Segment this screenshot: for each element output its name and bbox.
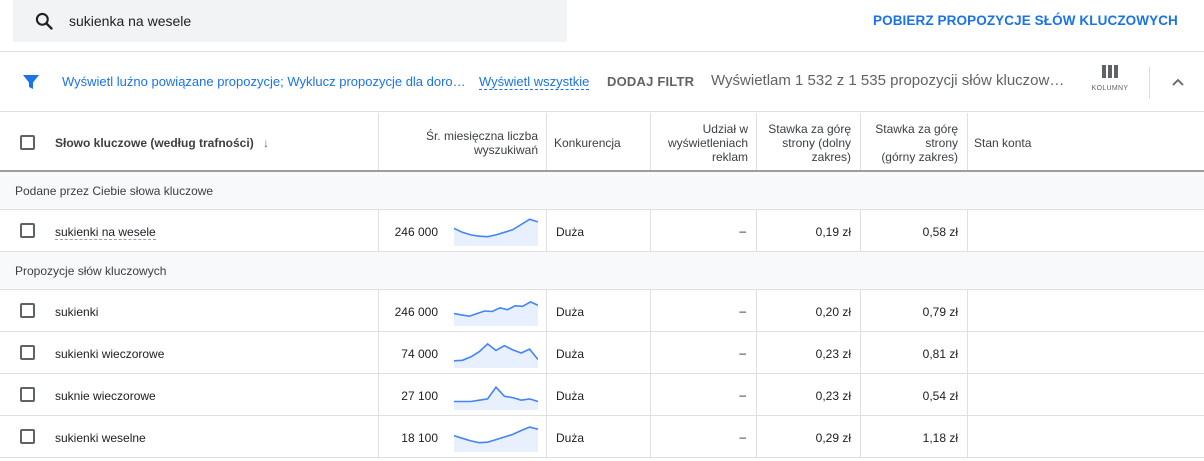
results-count-text: Wyświetlam 1 532 z 1 535 propozycji słów…	[711, 72, 1065, 89]
search-icon	[35, 12, 53, 30]
header-competition[interactable]: Konkurencja	[554, 136, 621, 150]
competition-value: Duża	[556, 389, 585, 403]
trend-sparkline[interactable]	[454, 296, 538, 326]
trend-sparkline[interactable]	[454, 422, 538, 452]
get-keyword-ideas-button[interactable]: POBIERZ PROPOZYCJE SŁÓW KLUCZOWYCH	[873, 13, 1178, 28]
competition-value: Duża	[556, 225, 585, 239]
header-avg-searches[interactable]: Śr. miesięczna liczba wyszukiwań	[380, 129, 538, 157]
impression-share-value: –	[739, 430, 746, 444]
avg-searches-value: 246 000	[394, 305, 438, 319]
header-bid-high[interactable]: Stawka za górę strony (górny zakres)	[862, 122, 958, 164]
header-impression-share[interactable]: Udział w wyświetleniach reklam	[652, 122, 748, 164]
bid-low-value: 0,20 zł	[815, 305, 851, 319]
row-checkbox[interactable]	[20, 387, 35, 402]
sort-arrow-icon: ↓	[263, 136, 270, 150]
row-checkbox[interactable]	[20, 303, 35, 318]
sparkline-area	[454, 387, 538, 410]
keyword-text[interactable]: sukienki weselne	[55, 431, 146, 445]
impression-share-value: –	[739, 304, 746, 318]
header-keyword[interactable]: Słowo kluczowe (według trafności) ↓	[55, 136, 269, 150]
show-all-link[interactable]: Wyświetl wszystkie	[479, 74, 590, 90]
bid-low-value: 0,29 zł	[815, 431, 851, 445]
impression-share-value: –	[739, 346, 746, 360]
header-bid-low[interactable]: Stawka za górę strony (dolny zakres)	[758, 122, 851, 164]
keyword-text[interactable]: sukienki na wesele	[55, 225, 156, 240]
bid-high-value: 0,58 zł	[922, 225, 958, 239]
row-checkbox[interactable]	[20, 429, 35, 444]
trend-sparkline[interactable]	[454, 380, 538, 410]
table-row[interactable]: suknie wieczorowe 27 100 Duża – 0,23 zł …	[0, 374, 1204, 416]
keyword-text[interactable]: sukienki wieczorowe	[55, 347, 164, 361]
avg-searches-value: 27 100	[401, 389, 438, 403]
group-header: Podane przez Ciebie słowa kluczowe	[0, 172, 1204, 210]
impression-share-value: –	[739, 224, 746, 238]
select-all-checkbox[interactable]	[20, 135, 35, 150]
bid-high-value: 1,18 zł	[922, 431, 958, 445]
group-title: Propozycje słów kluczowych	[15, 264, 167, 278]
group-title: Podane przez Ciebie słowa kluczowe	[15, 184, 214, 198]
search-input[interactable]: sukienka na wesele	[69, 13, 191, 29]
table-row[interactable]: sukienki 246 000 Duża – 0,20 zł 0,79 zł	[0, 290, 1204, 332]
bid-high-value: 0,54 zł	[922, 389, 958, 403]
bid-low-value: 0,23 zł	[815, 347, 851, 361]
competition-value: Duża	[556, 431, 585, 445]
active-filter-chip[interactable]: Wyświetl luźno powiązane propozycje; Wyk…	[62, 74, 466, 89]
header-account-status[interactable]: Stan konta	[974, 136, 1031, 150]
columns-label: KOLUMNY	[1091, 85, 1129, 92]
impression-share-value: –	[739, 388, 746, 402]
top-bar: sukienka na wesele POBIERZ PROPOZYCJE SŁ…	[0, 0, 1204, 52]
table-row[interactable]: sukienki wieczorowe 74 000 Duża – 0,23 z…	[0, 332, 1204, 374]
keyword-text[interactable]: suknie wieczorowe	[55, 389, 156, 403]
search-box[interactable]: sukienka na wesele	[13, 0, 567, 42]
divider	[1149, 67, 1150, 99]
competition-value: Duża	[556, 305, 585, 319]
bid-high-value: 0,79 zł	[922, 305, 958, 319]
avg-searches-value: 74 000	[401, 347, 438, 361]
columns-icon	[1085, 65, 1135, 78]
chevron-up-icon[interactable]	[1171, 75, 1185, 89]
filter-icon[interactable]	[22, 73, 40, 91]
filter-bar: Wyświetl luźno powiązane propozycje; Wyk…	[0, 53, 1204, 112]
bid-low-value: 0,23 zł	[815, 389, 851, 403]
trend-sparkline[interactable]	[454, 216, 538, 246]
trend-sparkline[interactable]	[454, 338, 538, 368]
competition-value: Duża	[556, 347, 585, 361]
bid-high-value: 0,81 zł	[922, 347, 958, 361]
sparkline-area	[454, 343, 538, 368]
bid-low-value: 0,19 zł	[815, 225, 851, 239]
keyword-text[interactable]: sukienki	[55, 305, 98, 319]
avg-searches-value: 18 100	[401, 431, 438, 445]
group-header: Propozycje słów kluczowych	[0, 252, 1204, 290]
avg-searches-value: 246 000	[394, 225, 438, 239]
sparkline-area	[454, 219, 538, 246]
table-row[interactable]: sukienki na wesele 246 000 Duża – 0,19 z…	[0, 210, 1204, 252]
row-checkbox[interactable]	[20, 345, 35, 360]
row-checkbox[interactable]	[20, 223, 35, 238]
table-header: Słowo kluczowe (według trafności) ↓ Śr. …	[0, 113, 1204, 172]
columns-button[interactable]: KOLUMNY	[1085, 65, 1135, 105]
add-filter-button[interactable]: DODAJ FILTR	[607, 74, 694, 89]
table-row[interactable]: sukienki weselne 18 100 Duża – 0,29 zł 1…	[0, 416, 1204, 458]
